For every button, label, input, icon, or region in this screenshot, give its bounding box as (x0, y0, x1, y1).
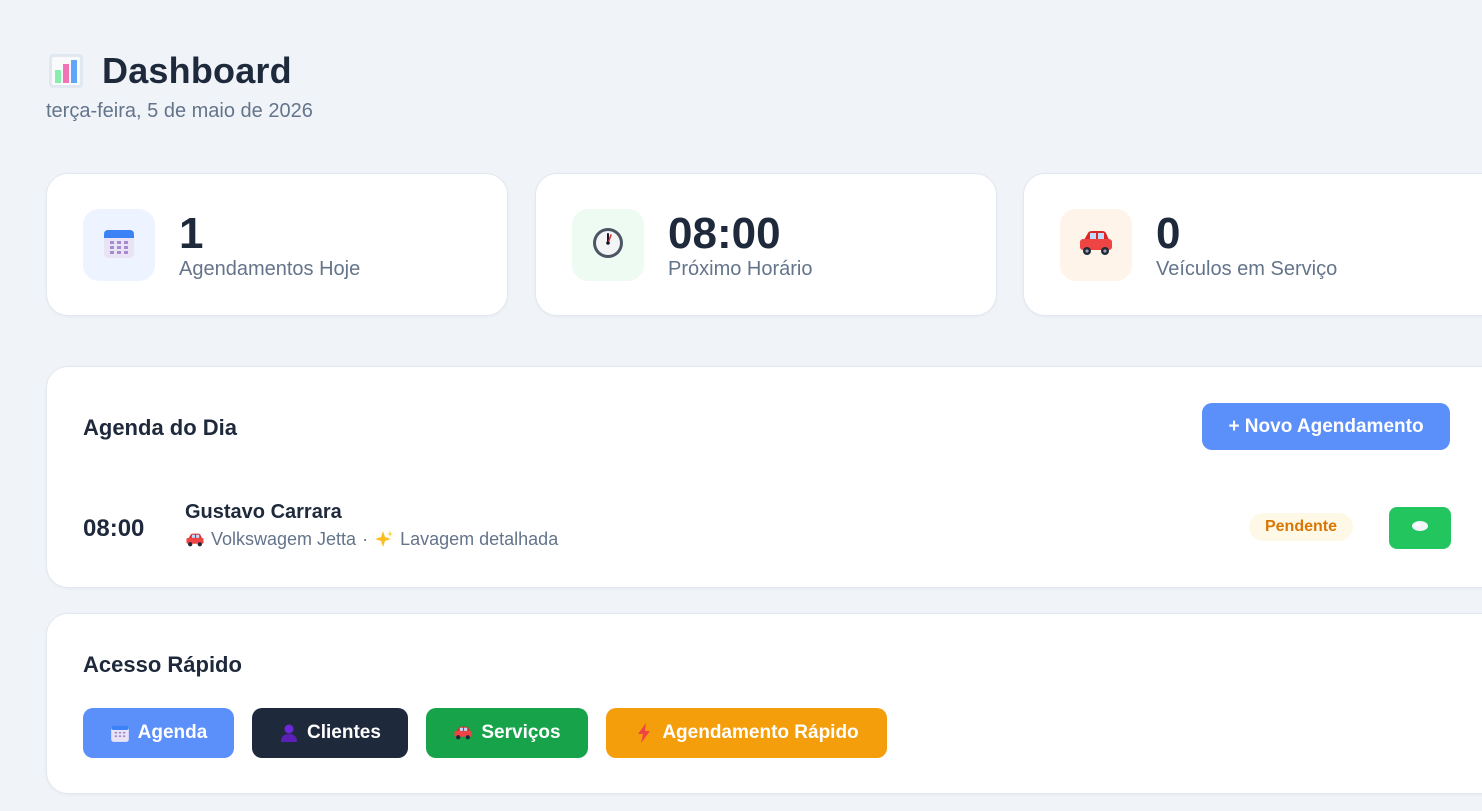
stat-label: Agendamentos Hoje (179, 258, 361, 280)
quick-fast-booking-button[interactable]: Agendamento Rápido (606, 708, 887, 758)
agenda-title: Agenda do Dia (83, 415, 238, 440)
appointment-service: Lavagem detalhada (400, 529, 559, 549)
stat-card-next-time: 08:00 Próximo Horário (535, 173, 997, 316)
detail-separator: · (362, 529, 369, 549)
bar-chart-icon (46, 51, 86, 91)
page-title: Dashboard (102, 50, 292, 91)
quick-access-panel: Acesso Rápido Agenda Clientes Serviços A… (46, 613, 1482, 794)
appointment-details: Volkswagem Jetta · Lavagem detalhada (185, 529, 558, 550)
appointment-client: Gustavo Carrara (185, 501, 342, 523)
stat-label: Próximo Horário (668, 258, 813, 280)
appointment-time: 08:00 (83, 515, 145, 542)
quick-button-label: Agendamento Rápido (662, 722, 859, 743)
stat-value: 1 (179, 209, 204, 258)
title-row: Dashboard (46, 50, 313, 92)
clock-icon (591, 226, 625, 265)
page-date: terça-feira, 5 de maio de 2026 (46, 100, 313, 122)
dashboard-page: Dashboard terça-feira, 5 de maio de 2026 (0, 0, 1482, 811)
new-appointment-button[interactable]: + Novo Agendamento (1202, 403, 1450, 450)
stat-icon-box (1060, 209, 1132, 281)
car-icon (1078, 228, 1114, 263)
stat-icon-box (572, 209, 644, 281)
stat-icon-box (83, 209, 155, 281)
quick-agenda-button[interactable]: Agenda (83, 708, 234, 758)
quick-access-buttons: Agenda Clientes Serviços Agendamento Ráp… (83, 708, 887, 758)
wash-action-button[interactable] (1389, 507, 1451, 549)
stat-value: 08:00 (668, 209, 781, 258)
appointment-vehicle: Volkswagem Jetta (211, 529, 357, 549)
lightning-icon (634, 723, 654, 743)
status-badge: Pendente (1249, 513, 1353, 541)
quick-button-label: Serviços (481, 722, 561, 743)
stat-label: Veículos em Serviço (1156, 258, 1338, 280)
page-header: Dashboard terça-feira, 5 de maio de 2026 (46, 50, 313, 123)
car-icon (185, 530, 205, 550)
quick-services-button[interactable]: Serviços (426, 708, 588, 758)
stat-card-vehicles-in-service: 0 Veículos em Serviço (1023, 173, 1482, 316)
quick-access-title: Acesso Rápido (83, 652, 242, 677)
soap-icon (1411, 519, 1429, 538)
quick-button-label: Agenda (137, 722, 208, 743)
sparkles-icon (374, 530, 394, 550)
agenda-panel: Agenda do Dia + Novo Agendamento 08:00 G… (46, 366, 1482, 588)
quick-clients-button[interactable]: Clientes (252, 708, 408, 758)
appointment-row[interactable]: 08:00 Gustavo Carrara Volkswagem Jetta · (83, 501, 1453, 557)
person-icon (279, 723, 299, 743)
calendar-icon (110, 723, 130, 743)
quick-button-label: Clientes (307, 722, 381, 743)
car-icon (453, 723, 473, 743)
stat-value: 0 (1156, 209, 1181, 258)
stat-card-appointments-today: 1 Agendamentos Hoje (46, 173, 508, 316)
calendar-icon (102, 226, 136, 265)
